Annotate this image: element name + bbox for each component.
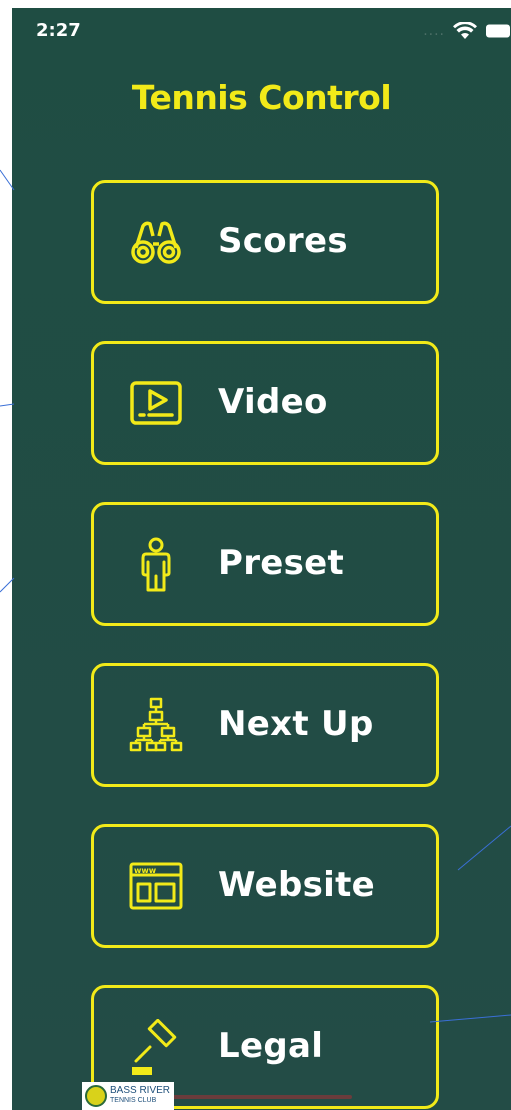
www-glyph: www [134,866,157,875]
website-button[interactable]: www Website [91,824,439,948]
logo-text: BASS RIVER TENNIS CLUB [110,1086,170,1106]
scores-button[interactable]: Scores [91,180,439,304]
signal-icon: .... [423,23,445,39]
legal-label: Legal [218,1026,324,1067]
video-label: Video [218,382,328,423]
video-button[interactable]: Video [91,341,439,465]
battery-icon [486,24,510,38]
page-title: Tennis Control [131,78,392,117]
status-indicators: .... [423,22,511,40]
bass-river-logo: BASS RIVER TENNIS CLUB [82,1082,174,1110]
person-icon [141,537,171,592]
gavel-icon [132,1019,177,1075]
bracket-tree-icon [129,697,183,752]
home-indicator[interactable] [172,1095,352,1099]
wifi-icon [453,22,477,39]
app-screen: 2:27 .... Tennis Control Scores Video Pr… [12,8,511,1110]
binoculars-icon [131,221,181,264]
scores-label: Scores [218,221,348,262]
status-time: 2:27 [36,20,81,41]
preset-button[interactable]: Preset [91,502,439,626]
status-bar: 2:27 .... [12,8,511,58]
browser-window-icon: www [129,862,183,910]
logo-line2: TENNIS CLUB [110,1097,157,1104]
logo-line1: BASS RIVER [110,1085,171,1096]
next-up-button[interactable]: Next Up [91,663,439,787]
video-player-icon [130,381,182,425]
tennis-ball-icon [85,1085,107,1107]
website-label: Website [218,865,375,906]
next-up-label: Next Up [218,704,374,745]
preset-label: Preset [218,543,345,584]
gavel-block [132,1067,152,1075]
